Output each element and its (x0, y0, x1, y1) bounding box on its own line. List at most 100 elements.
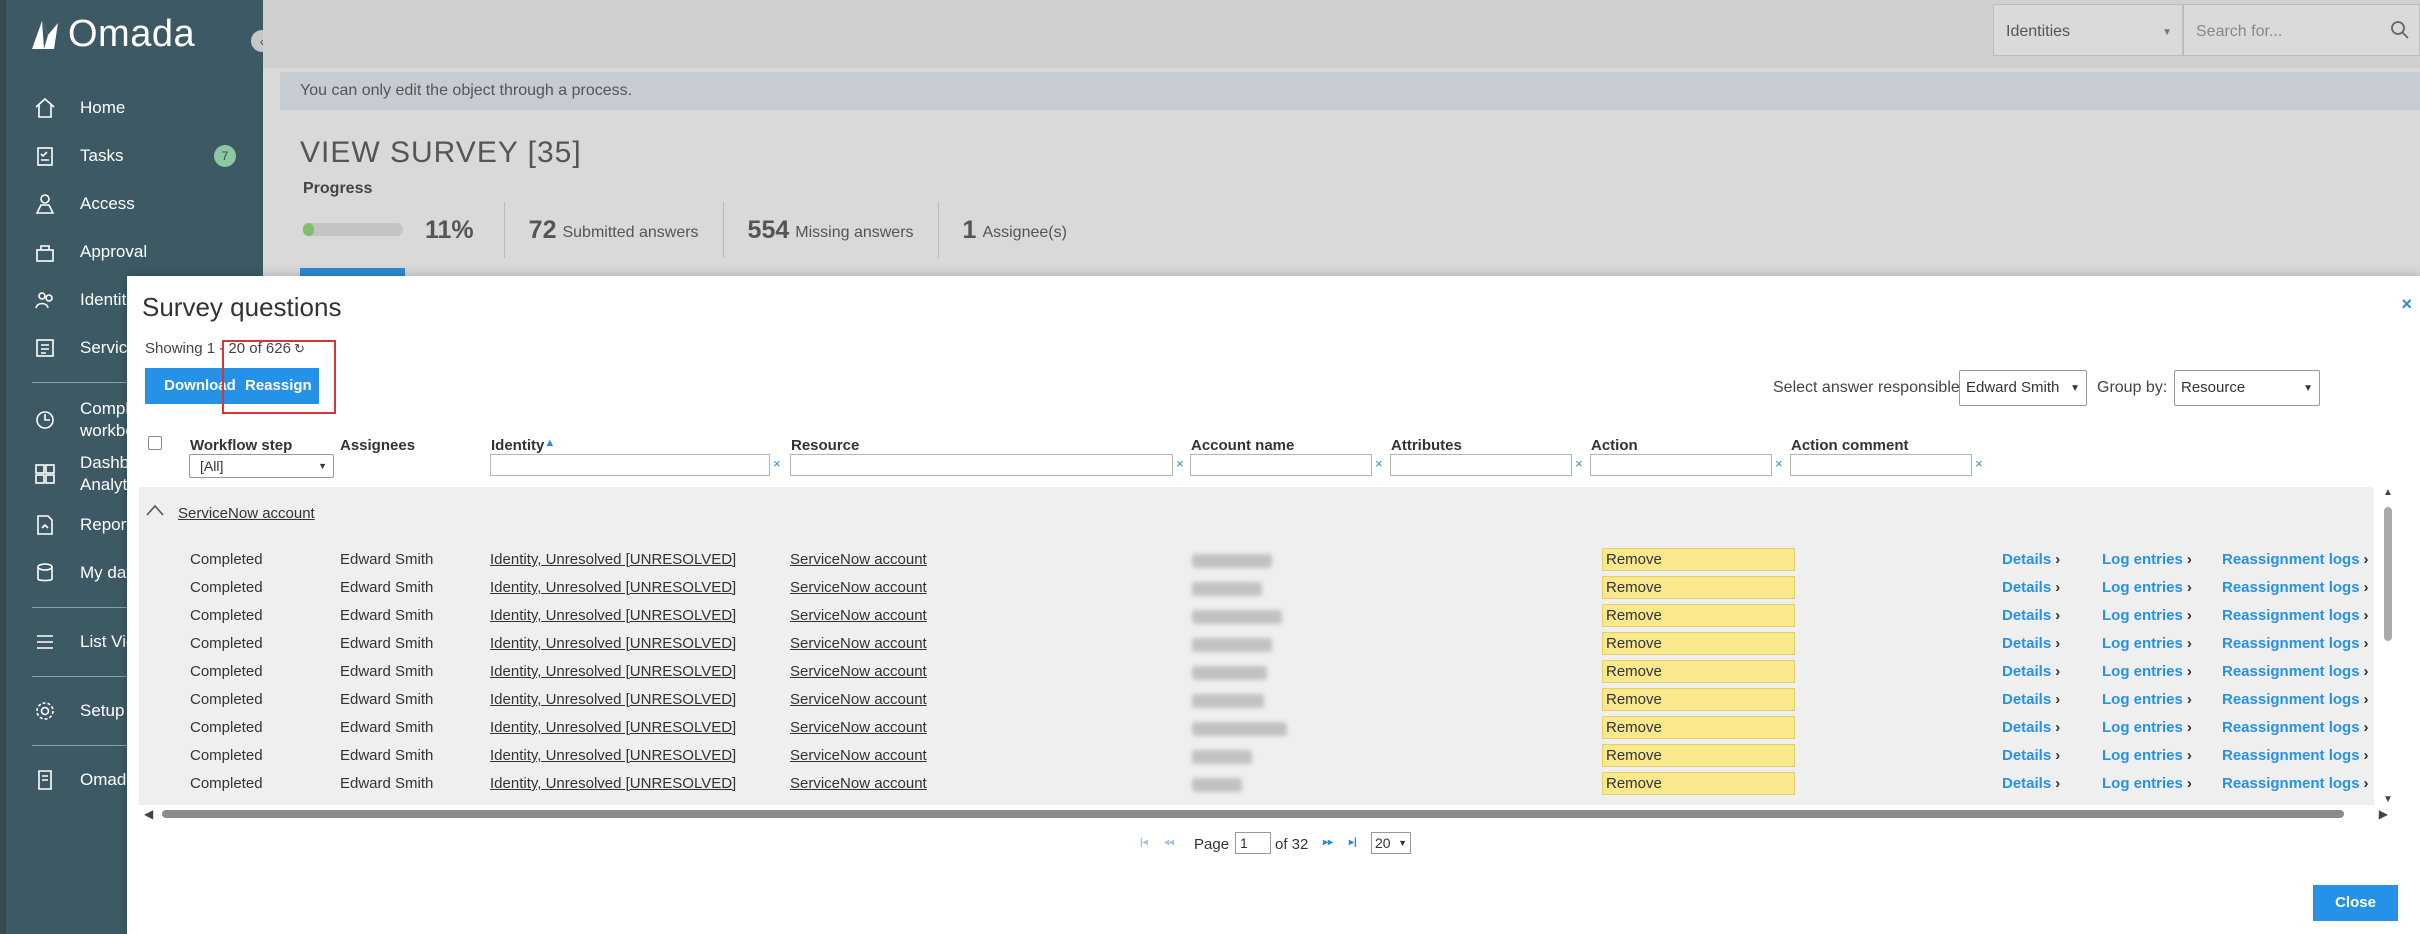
vertical-scrollbar[interactable]: ▲ ▼ (2381, 487, 2395, 805)
log-entries-link[interactable]: Log entries › (2102, 747, 2192, 764)
resource-link[interactable]: ServiceNow account (790, 635, 927, 652)
page-number-input[interactable]: 1 (1235, 832, 1271, 854)
scroll-right-icon[interactable]: ▶ (2379, 807, 2388, 821)
sidebar-item-tasks[interactable]: Tasks 7 (0, 132, 263, 180)
column-header-action[interactable]: Action (1591, 437, 1638, 454)
identity-link[interactable]: Identity, Unresolved [UNRESOLVED] (490, 775, 736, 792)
log-entries-link[interactable]: Log entries › (2102, 663, 2192, 680)
attributes-filter-input[interactable] (1390, 454, 1572, 476)
column-header-action-comment[interactable]: Action comment (1791, 437, 1909, 454)
details-link[interactable]: Details › (2002, 579, 2060, 596)
table-row[interactable]: Completed Edward Smith Identity, Unresolve… (139, 686, 2374, 714)
column-header-workflow-step[interactable]: Workflow step (190, 437, 292, 454)
prev-page-icon[interactable]: ◂◂ (1164, 837, 1174, 848)
search-scope-select[interactable]: Identities ▼ (1993, 4, 2183, 56)
table-row[interactable]: Completed Edward Smith Identity, Unresolve… (139, 602, 2374, 630)
chevron-up-icon[interactable] (145, 503, 165, 517)
table-row[interactable]: Completed Edward Smith Identity, Unresolve… (139, 714, 2374, 742)
log-entries-link[interactable]: Log entries › (2102, 579, 2192, 596)
table-row[interactable]: Completed Edward Smith Identity, Unresolve… (139, 630, 2374, 658)
action-cell[interactable]: Remove (1602, 688, 1795, 711)
log-entries-link[interactable]: Log entries › (2102, 551, 2192, 568)
resource-link[interactable]: ServiceNow account (790, 663, 927, 680)
reassignment-logs-link[interactable]: Reassignment logs › (2222, 607, 2369, 624)
details-link[interactable]: Details › (2002, 719, 2060, 736)
action-filter-input[interactable] (1590, 454, 1772, 476)
action-comment-filter-input[interactable] (1790, 454, 1972, 476)
details-link[interactable]: Details › (2002, 691, 2060, 708)
reassignment-logs-link[interactable]: Reassignment logs › (2222, 775, 2369, 792)
search-input[interactable]: Search for... (2183, 4, 2420, 56)
table-row[interactable]: Completed Edward Smith Identity, Unresolve… (139, 658, 2374, 686)
identity-link[interactable]: Identity, Unresolved [UNRESOLVED] (490, 719, 736, 736)
scroll-thumb[interactable] (162, 810, 2344, 818)
log-entries-link[interactable]: Log entries › (2102, 607, 2192, 624)
reassignment-logs-link[interactable]: Reassignment logs › (2222, 747, 2369, 764)
clear-attributes-filter-icon[interactable]: × (1575, 456, 1583, 471)
clear-action-filter-icon[interactable]: × (1775, 456, 1783, 471)
column-header-resource[interactable]: Resource (791, 437, 859, 454)
answer-responsible-select[interactable]: Edward Smith ▼ (1959, 370, 2087, 406)
details-link[interactable]: Details › (2002, 775, 2060, 792)
close-button[interactable]: Close (2313, 885, 2398, 921)
log-entries-link[interactable]: Log entries › (2102, 719, 2192, 736)
reassignment-logs-link[interactable]: Reassignment logs › (2222, 635, 2369, 652)
horizontal-scrollbar[interactable]: ◀ ▶ (144, 807, 2388, 821)
table-row[interactable]: Completed Edward Smith Identity, Unresolve… (139, 546, 2374, 574)
identity-link[interactable]: Identity, Unresolved [UNRESOLVED] (490, 635, 736, 652)
scroll-thumb[interactable] (2384, 507, 2392, 641)
log-entries-link[interactable]: Log entries › (2102, 635, 2192, 652)
resource-link[interactable]: ServiceNow account (790, 775, 927, 792)
close-icon[interactable]: × (2401, 294, 2412, 315)
action-cell[interactable]: Remove (1602, 604, 1795, 627)
details-link[interactable]: Details › (2002, 635, 2060, 652)
resource-link[interactable]: ServiceNow account (790, 607, 927, 624)
column-header-account-name[interactable]: Account name (1191, 437, 1294, 454)
clear-account-name-filter-icon[interactable]: × (1375, 456, 1383, 471)
reassignment-logs-link[interactable]: Reassignment logs › (2222, 719, 2369, 736)
sidebar-item-access[interactable]: Access (0, 180, 263, 228)
action-cell[interactable]: Remove (1602, 772, 1795, 795)
scroll-left-icon[interactable]: ◀ (144, 807, 153, 821)
details-link[interactable]: Details › (2002, 607, 2060, 624)
resource-link[interactable]: ServiceNow account (790, 747, 927, 764)
next-page-icon[interactable]: ▸▸ (1323, 837, 1333, 848)
logo[interactable]: Omada (28, 12, 195, 56)
search-icon[interactable] (2389, 19, 2411, 41)
table-row-partial[interactable] (139, 798, 2374, 805)
action-cell[interactable]: Remove (1602, 576, 1795, 599)
details-link[interactable]: Details › (2002, 551, 2060, 568)
table-row[interactable]: Completed Edward Smith Identity, Unresolve… (139, 742, 2374, 770)
reassignment-logs-link[interactable]: Reassignment logs › (2222, 663, 2369, 680)
action-cell[interactable]: Remove (1602, 548, 1795, 571)
page-size-select[interactable]: 20 ▼ (1371, 832, 1411, 854)
reassignment-logs-link[interactable]: Reassignment logs › (2222, 551, 2369, 568)
column-header-identity[interactable]: Identity▲ (491, 437, 555, 454)
clear-action-comment-filter-icon[interactable]: × (1975, 456, 1983, 471)
group-header-row[interactable]: ServiceNow account (139, 487, 2374, 539)
clear-identity-filter-icon[interactable]: × (773, 456, 781, 471)
clear-resource-filter-icon[interactable]: × (1176, 456, 1184, 471)
action-cell[interactable]: Remove (1602, 632, 1795, 655)
reassignment-logs-link[interactable]: Reassignment logs › (2222, 691, 2369, 708)
reassignment-logs-link[interactable]: Reassignment logs › (2222, 579, 2369, 596)
first-page-icon[interactable]: |◂ (1140, 837, 1148, 848)
sidebar-item-approval[interactable]: Approval (0, 228, 263, 276)
group-by-select[interactable]: Resource ▼ (2174, 370, 2320, 406)
details-link[interactable]: Details › (2002, 663, 2060, 680)
scroll-down-icon[interactable]: ▼ (2383, 794, 2393, 805)
log-entries-link[interactable]: Log entries › (2102, 775, 2192, 792)
table-row[interactable]: Completed Edward Smith Identity, Unresolve… (139, 770, 2374, 798)
table-row[interactable]: Completed Edward Smith Identity, Unresolve… (139, 574, 2374, 602)
resource-link[interactable]: ServiceNow account (790, 691, 927, 708)
identity-link[interactable]: Identity, Unresolved [UNRESOLVED] (490, 663, 736, 680)
identity-link[interactable]: Identity, Unresolved [UNRESOLVED] (490, 551, 736, 568)
identity-link[interactable]: Identity, Unresolved [UNRESOLVED] (490, 747, 736, 764)
account-name-filter-input[interactable] (1190, 454, 1372, 476)
scroll-up-icon[interactable]: ▲ (2383, 487, 2393, 498)
identity-link[interactable]: Identity, Unresolved [UNRESOLVED] (490, 691, 736, 708)
log-entries-link[interactable]: Log entries › (2102, 691, 2192, 708)
resource-link[interactable]: ServiceNow account (790, 551, 927, 568)
column-header-assignees[interactable]: Assignees (340, 437, 415, 454)
sidebar-item-home[interactable]: Home (0, 84, 263, 132)
